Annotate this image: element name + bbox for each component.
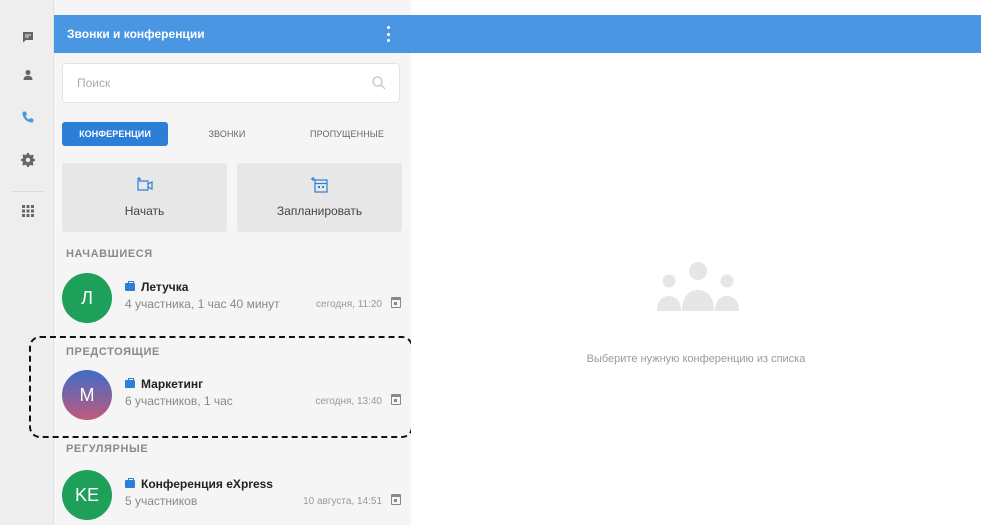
calendar-icon[interactable] xyxy=(391,494,401,505)
tab-conferences[interactable]: КОНФЕРЕНЦИИ xyxy=(62,122,168,146)
conference-time: сегодня, 13:40 xyxy=(315,396,382,407)
phone-icon[interactable] xyxy=(21,110,35,124)
empty-state-text: Выберите нужную конференцию из списка xyxy=(586,353,806,365)
tabs-bar: КОНФЕРЕНЦИИ ЗВОНКИ ПРОПУЩЕННЫЕ xyxy=(62,122,402,146)
apps-grid-icon[interactable] xyxy=(21,204,35,218)
tab-missed[interactable]: ПРОПУЩЕННЫЕ xyxy=(298,122,396,146)
calendar-icon[interactable] xyxy=(391,394,401,405)
avatar: М xyxy=(62,370,112,420)
contacts-icon[interactable] xyxy=(21,68,35,82)
section-title-recurring: РЕГУЛЯРНЫЕ xyxy=(66,443,149,455)
conference-item[interactable]: Л Летучка 4 участника, 1 час 40 минут се… xyxy=(54,270,411,326)
conference-item[interactable]: М Маркетинг 6 участников, 1 час сегодня,… xyxy=(54,367,411,423)
section-title-upcoming: ПРЕДСТОЯЩИЕ xyxy=(66,346,160,358)
tab-calls[interactable]: ЗВОНКИ xyxy=(196,122,258,146)
conference-details: 5 участников xyxy=(125,494,198,508)
chat-icon[interactable] xyxy=(21,30,35,44)
panel-header: Звонки и конференции xyxy=(54,15,411,53)
section-title-started: НАЧАВШИЕСЯ xyxy=(66,248,153,260)
conference-name: Маркетинг xyxy=(141,377,204,391)
conference-name: Летучка xyxy=(141,280,189,294)
schedule-conference-label: Запланировать xyxy=(276,204,363,218)
conference-details: 4 участника, 1 час 40 минут xyxy=(125,297,280,311)
conference-time: сегодня, 11:20 xyxy=(316,299,382,310)
conference-time: 10 августа, 14:51 xyxy=(303,496,382,507)
search-box xyxy=(62,63,400,103)
search-icon[interactable] xyxy=(371,75,387,91)
conference-details: 6 участников, 1 час xyxy=(125,394,233,408)
main-header-bar xyxy=(411,15,981,53)
avatar: Л xyxy=(62,273,112,323)
conference-item[interactable]: KE Конференция eXpress 5 участников 10 а… xyxy=(54,467,411,523)
avatar: KE xyxy=(62,470,112,520)
left-nav-rail xyxy=(0,0,54,525)
schedule-conference-button[interactable]: Запланировать xyxy=(237,163,402,232)
calendar-icon[interactable] xyxy=(391,297,401,308)
start-conference-label: Начать xyxy=(124,204,165,218)
kebab-menu-icon[interactable] xyxy=(385,26,391,42)
calendar-add-icon xyxy=(310,177,328,193)
conference-name: Конференция eXpress xyxy=(141,477,273,491)
conferences-panel: Звонки и конференции КОНФЕРЕНЦИИ ЗВОНКИ … xyxy=(54,0,411,525)
people-group-icon xyxy=(657,262,739,311)
empty-state: Выберите нужную конференцию из списка xyxy=(411,53,981,525)
panel-title: Звонки и конференции xyxy=(67,27,205,41)
rail-divider xyxy=(12,191,44,192)
briefcase-icon xyxy=(125,478,135,488)
briefcase-icon xyxy=(125,378,135,388)
search-input[interactable] xyxy=(77,76,357,90)
gear-icon[interactable] xyxy=(21,153,35,167)
start-conference-button[interactable]: Начать xyxy=(62,163,227,232)
briefcase-icon xyxy=(125,281,135,291)
video-add-icon xyxy=(136,177,153,191)
